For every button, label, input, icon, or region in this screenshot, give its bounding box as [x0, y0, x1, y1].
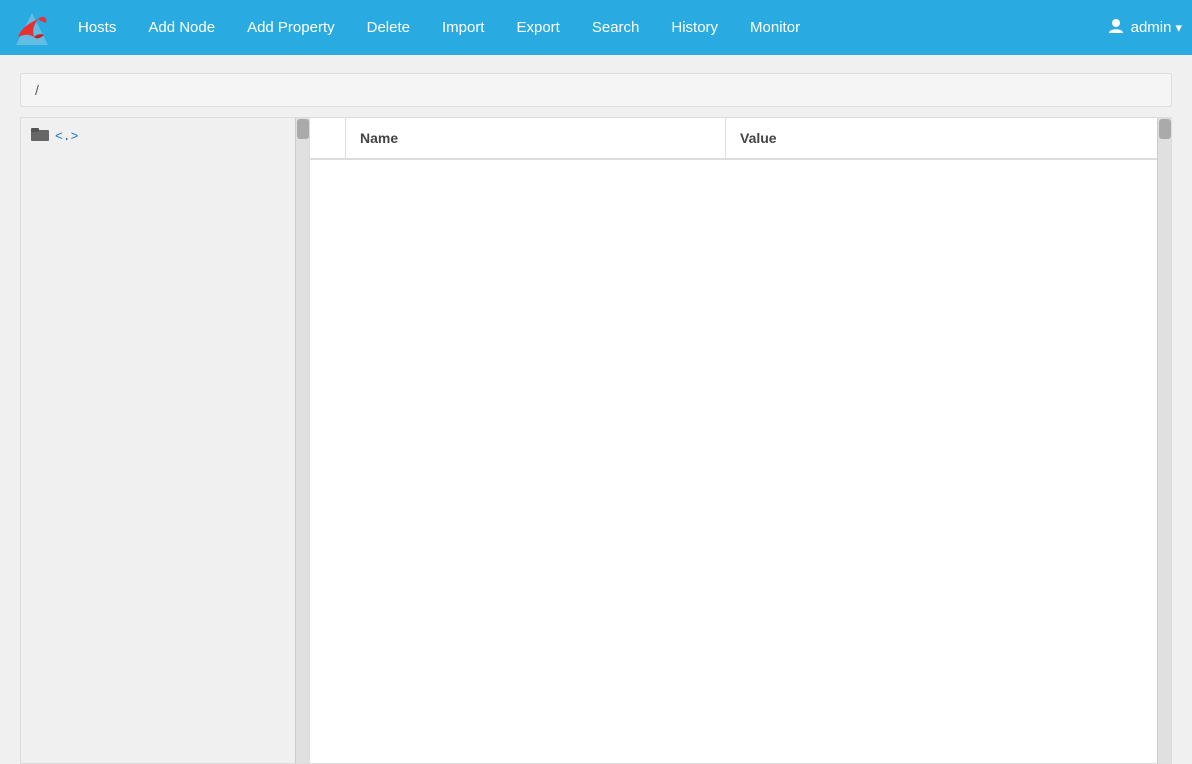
- left-panel-scrollbar[interactable]: [295, 118, 309, 763]
- value-column-header: Value: [726, 118, 1171, 158]
- right-panel: Name Value: [310, 117, 1172, 764]
- nav-item-export[interactable]: Export: [500, 19, 575, 36]
- node-label: <.>: [55, 129, 78, 144]
- breadcrumb: /: [20, 73, 1172, 107]
- left-panel-scroll-thumb: [297, 119, 309, 139]
- nav-item-monitor[interactable]: Monitor: [734, 19, 816, 36]
- navbar: Hosts Add Node Add Property Delete Impor…: [0, 0, 1192, 55]
- nav-item-hosts[interactable]: Hosts: [62, 19, 132, 36]
- right-panel-scroll-thumb: [1159, 119, 1171, 139]
- table-header: Name Value: [310, 118, 1171, 160]
- logo-icon: [10, 7, 52, 49]
- nav-links: Hosts Add Node Add Property Delete Impor…: [62, 19, 1107, 36]
- name-column-header: Name: [346, 118, 726, 158]
- nav-item-delete[interactable]: Delete: [351, 19, 426, 36]
- user-icon: [1107, 17, 1125, 39]
- main-content: <.> Name Value: [20, 117, 1172, 764]
- right-panel-scrollbar[interactable]: [1157, 118, 1171, 763]
- tree-node[interactable]: <.>: [21, 118, 309, 155]
- nav-item-history[interactable]: History: [655, 19, 734, 36]
- left-panel: <.>: [20, 117, 310, 764]
- user-name: admin: [1131, 19, 1172, 36]
- folder-icon: [31, 126, 49, 147]
- user-dropdown-icon: ▾: [1175, 20, 1182, 36]
- nav-item-import[interactable]: Import: [426, 19, 501, 36]
- table-body: [310, 160, 1171, 759]
- breadcrumb-path: /: [35, 82, 39, 98]
- nav-item-search[interactable]: Search: [576, 19, 656, 36]
- checkbox-column: [310, 118, 346, 158]
- nav-item-add-property[interactable]: Add Property: [231, 19, 351, 36]
- nav-item-add-node[interactable]: Add Node: [132, 19, 231, 36]
- user-area[interactable]: admin ▾: [1107, 17, 1182, 39]
- logo-area[interactable]: [10, 7, 52, 49]
